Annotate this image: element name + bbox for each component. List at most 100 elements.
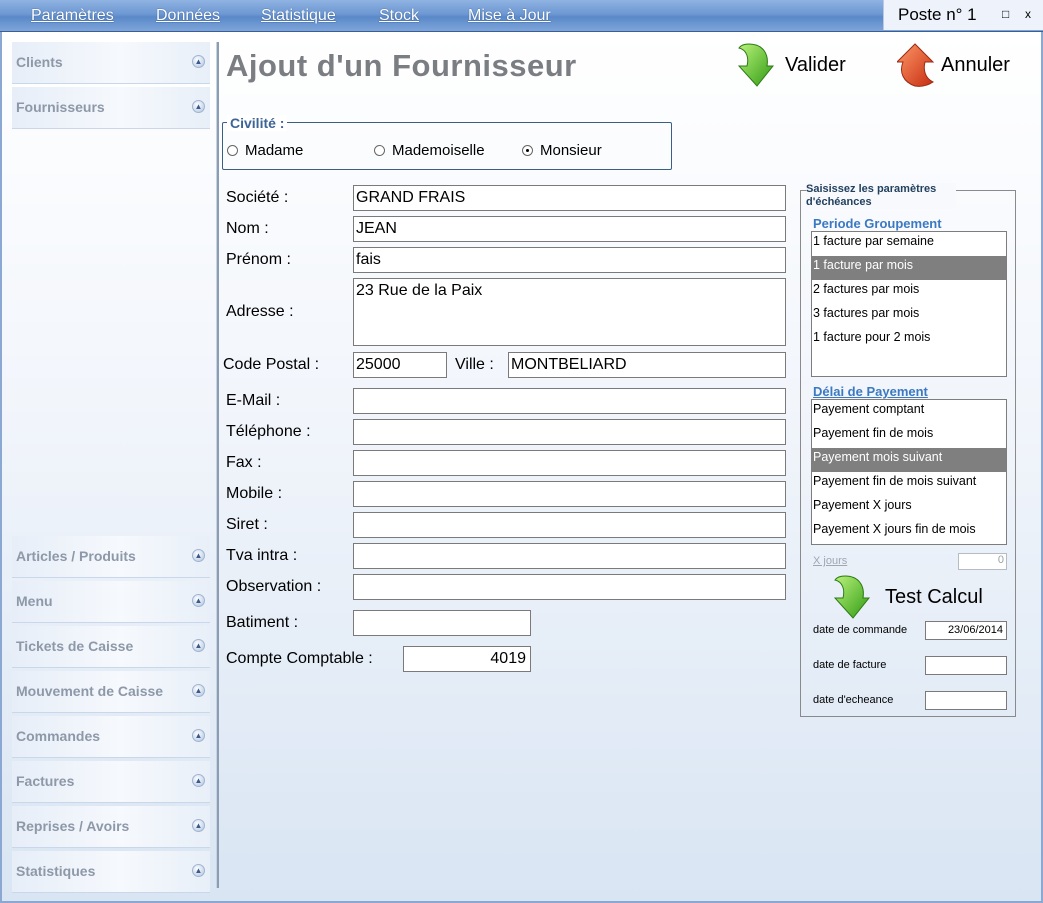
list-item[interactable]: Payement fin de mois <box>812 424 1006 448</box>
sidebar-item-label: Fournisseurs <box>16 99 105 115</box>
prenom-field[interactable]: fais <box>353 247 786 273</box>
radio-label: Madame <box>245 142 304 159</box>
chevron-up-icon[interactable]: ▲ <box>192 729 205 742</box>
radio-selected-icon <box>522 145 533 156</box>
list-item-selected[interactable]: Payement mois suivant <box>812 448 1006 472</box>
fax-field[interactable] <box>353 450 786 476</box>
delai-list[interactable]: Payement comptant Payement fin de mois P… <box>811 399 1007 545</box>
list-item[interactable]: 1 facture par semaine <box>812 232 1006 256</box>
list-item[interactable]: 2 factures par mois <box>812 280 1006 304</box>
siret-label: Siret : <box>226 516 268 533</box>
compte-label: Compte Comptable : <box>226 650 373 667</box>
menu-bar: Paramètres Données Statistique Stock Mis… <box>0 0 1043 32</box>
chevron-up-icon[interactable]: ▲ <box>192 549 205 562</box>
chevron-up-icon[interactable]: ▲ <box>192 819 205 832</box>
sidebar-item-mouvement[interactable]: Mouvement de Caisse ▲ <box>12 671 210 713</box>
periode-list[interactable]: 1 facture par semaine 1 facture par mois… <box>811 231 1007 377</box>
compte-field[interactable]: 4019 <box>403 646 531 672</box>
ville-field[interactable]: MONTBELIARD <box>508 352 786 378</box>
sidebar-item-label: Statistiques <box>16 863 96 879</box>
sidebar-item-fournisseurs[interactable]: Fournisseurs ▲ <box>12 87 210 129</box>
xjours-field[interactable]: 0 <box>958 553 1007 570</box>
sidebar-item-label: Commandes <box>16 728 101 744</box>
test-calcul-button[interactable]: Test Calcul <box>885 586 983 609</box>
sidebar-item-label: Clients <box>16 54 63 70</box>
chevron-up-icon[interactable]: ▲ <box>192 594 205 607</box>
restore-icon[interactable]: □ <box>1002 7 1009 21</box>
societe-field[interactable]: GRAND FRAIS <box>353 185 786 211</box>
telephone-field[interactable] <box>353 419 786 445</box>
chevron-up-icon[interactable]: ▲ <box>192 55 205 68</box>
sidebar-item-tickets[interactable]: Tickets de Caisse ▲ <box>12 626 210 668</box>
sidebar-item-articles[interactable]: Articles / Produits ▲ <box>12 536 210 578</box>
sidebar-item-reprises[interactable]: Reprises / Avoirs ▲ <box>12 806 210 848</box>
sidebar-item-label: Factures <box>16 773 75 789</box>
cancel-button[interactable]: Annuler <box>897 42 1017 88</box>
societe-label: Société : <box>226 189 289 206</box>
menu-donnees[interactable]: Données <box>156 7 220 25</box>
delai-title: Délai de Payement <box>813 384 928 399</box>
code-postal-label: Code Postal : <box>223 356 320 373</box>
list-item[interactable]: Payement fin de mois suivant <box>812 472 1006 496</box>
date-echeance-field[interactable] <box>925 691 1007 710</box>
adresse-field[interactable]: 23 Rue de la Paix <box>353 278 786 346</box>
chevron-up-icon[interactable]: ▲ <box>192 864 205 877</box>
fax-label: Fax : <box>226 454 262 471</box>
validate-button[interactable]: Valider <box>733 42 853 88</box>
list-item[interactable]: Payement X jours <box>812 496 1006 520</box>
nom-label: Nom : <box>226 220 269 237</box>
radio-mademoiselle[interactable]: Mademoiselle <box>374 142 485 159</box>
sidebar-divider <box>216 42 219 888</box>
list-item-selected[interactable]: 1 facture par mois <box>812 256 1006 280</box>
observation-field[interactable] <box>353 574 786 600</box>
chevron-up-icon[interactable]: ▲ <box>192 684 205 697</box>
batiment-label: Batiment : <box>226 614 299 631</box>
poste-panel: Poste n° 1 □ x <box>883 0 1043 30</box>
chevron-up-icon[interactable]: ▲ <box>192 774 205 787</box>
green-arrow-down-icon[interactable] <box>829 574 871 620</box>
list-item[interactable]: Payement X jours fin de mois <box>812 520 1006 544</box>
menu-parametres[interactable]: Paramètres <box>31 7 114 25</box>
adresse-label: Adresse : <box>226 303 294 320</box>
close-icon[interactable]: x <box>1025 7 1031 21</box>
sidebar-item-label: Mouvement de Caisse <box>16 683 164 699</box>
radio-circle-icon <box>227 145 238 156</box>
xjours-label: X jours <box>813 555 848 567</box>
date-facture-field[interactable] <box>925 656 1007 675</box>
sidebar-item-menu[interactable]: Menu ▲ <box>12 581 210 623</box>
observation-label: Observation : <box>226 578 322 595</box>
poste-label: Poste n° 1 <box>898 5 977 24</box>
menu-mise-a-jour[interactable]: Mise à Jour <box>468 7 551 25</box>
sidebar-item-factures[interactable]: Factures ▲ <box>12 761 210 803</box>
sidebar-item-clients[interactable]: Clients ▲ <box>12 42 210 84</box>
list-item[interactable]: 3 factures par mois <box>812 304 1006 328</box>
tva-field[interactable] <box>353 543 786 569</box>
date-commande-field[interactable]: 23/06/2014 <box>925 621 1007 640</box>
radio-monsieur[interactable]: Monsieur <box>522 142 602 159</box>
red-arrow-up-icon <box>897 43 935 87</box>
mobile-field[interactable] <box>353 481 786 507</box>
batiment-field[interactable] <box>353 610 531 636</box>
radio-circle-icon <box>374 145 385 156</box>
siret-field[interactable] <box>353 512 786 538</box>
radio-madame[interactable]: Madame <box>227 142 303 159</box>
validate-label: Valider <box>785 54 846 76</box>
sidebar-item-commandes[interactable]: Commandes ▲ <box>12 716 210 758</box>
menu-statistique[interactable]: Statistique <box>261 7 336 25</box>
sidebar-item-statistiques[interactable]: Statistiques ▲ <box>12 851 210 893</box>
green-arrow-down-icon <box>737 43 775 87</box>
list-item[interactable]: 1 facture pour 2 mois <box>812 328 1006 352</box>
email-field[interactable] <box>353 388 786 414</box>
civilite-legend: Civilité : <box>227 115 288 131</box>
menu-stock[interactable]: Stock <box>379 7 419 25</box>
sidebar-item-label: Menu <box>16 593 53 609</box>
nom-field[interactable]: JEAN <box>353 216 786 242</box>
radio-label: Mademoiselle <box>392 142 485 159</box>
chevron-up-icon[interactable]: ▲ <box>192 639 205 652</box>
email-label: E-Mail : <box>226 392 281 409</box>
echeances-legend: Saisissez les paramètres d'échéances <box>806 183 956 209</box>
list-item[interactable]: Payement comptant <box>812 400 1006 424</box>
code-postal-field[interactable]: 25000 <box>353 352 447 378</box>
mobile-label: Mobile : <box>226 485 283 502</box>
chevron-up-icon[interactable]: ▲ <box>192 100 205 113</box>
